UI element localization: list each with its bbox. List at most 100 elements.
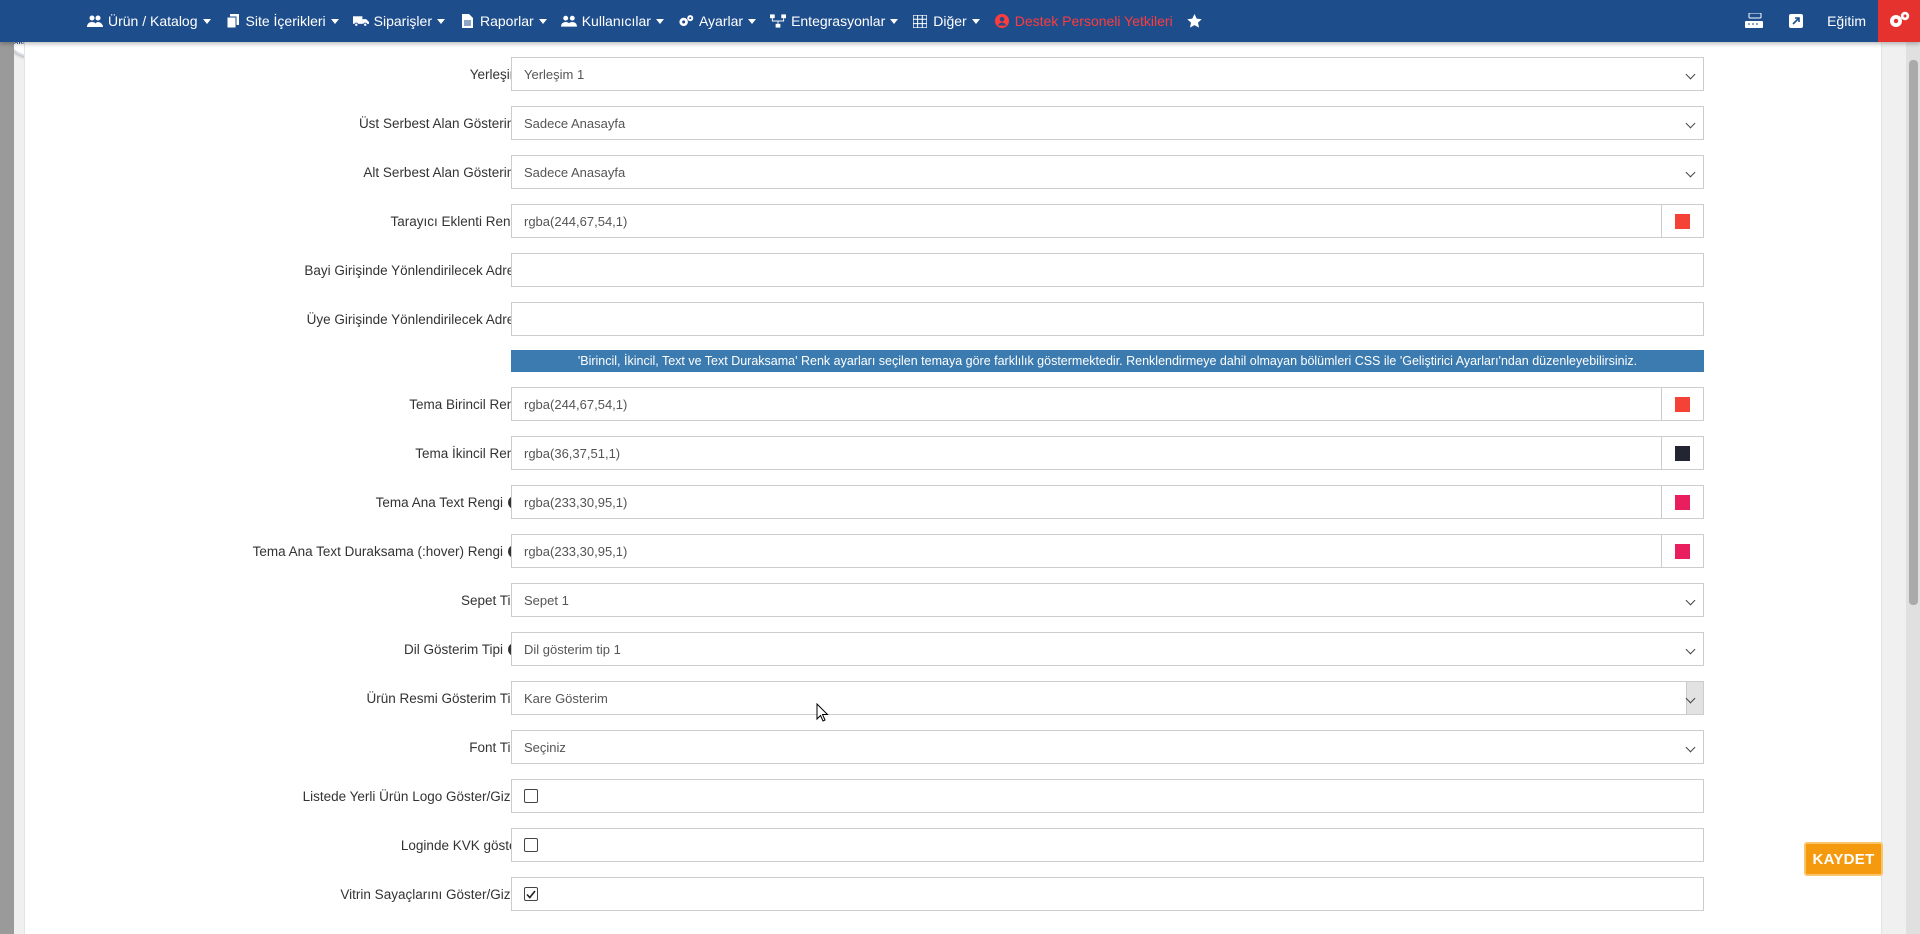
input-uye-adres[interactable]	[511, 302, 1704, 336]
checkbox-kvk[interactable]	[524, 838, 538, 852]
checkbox-yerli-logo[interactable]	[524, 789, 538, 803]
grid-icon	[912, 14, 928, 28]
label-uye-adres: Üye Girişinde Yönlendirilecek Adres	[306, 311, 521, 327]
chevron-down-icon	[1685, 118, 1696, 129]
select-ust-serbest[interactable]: Sadece Anasayfa	[511, 106, 1704, 140]
menu-label: Siparişler	[373, 13, 432, 29]
row-ikincil-renk: Tema İkincil Renk rgba(36,37,51,1)	[25, 436, 1883, 470]
row-text-renk: Tema Ana Text Rengi ? rgba(233,30,95,1)	[25, 485, 1883, 519]
menu-label: Raporlar	[480, 13, 534, 29]
label-ikincil-renk: Tema İkincil Renk	[415, 445, 521, 461]
settings-form: Yerleşim Yerleşim 1 Üst Serbest Alan Gös…	[24, 42, 1882, 934]
checkbox-container	[511, 828, 1704, 862]
gears-icon	[1888, 11, 1910, 32]
color-input-tarayici[interactable]: rgba(244,67,54,1)	[511, 204, 1704, 238]
menu-site-icerikleri[interactable]: Site İçerikleri	[218, 0, 346, 42]
select-yerlesim[interactable]: Yerleşim 1	[511, 57, 1704, 91]
menu-ayarlar[interactable]: Ayarlar	[671, 0, 763, 42]
color-swatch	[1675, 396, 1690, 412]
row-hover-renk: Tema Ana Text Duraksama (:hover) Rengi ?…	[25, 534, 1883, 568]
checkbox-container	[511, 877, 1704, 911]
chevron-down-icon	[1685, 167, 1696, 178]
select-alt-serbest[interactable]: Sadece Anasayfa	[511, 155, 1704, 189]
external-link-icon[interactable]	[1777, 0, 1815, 42]
select-value: Seçiniz	[524, 739, 566, 755]
caret-down-icon	[655, 18, 664, 24]
chevron-down-icon	[1685, 644, 1696, 655]
menu-label: Ürün / Katalog	[108, 13, 198, 29]
menu-raporlar[interactable]: Raporlar	[452, 0, 554, 42]
left-edge	[0, 42, 14, 934]
caret-down-icon	[971, 18, 980, 24]
color-picker-button[interactable]	[1661, 205, 1703, 237]
label-alt-serbest: Alt Serbest Alan Gösterimi	[363, 164, 521, 180]
chevron-down-icon	[1685, 69, 1696, 80]
label-text-renk: Tema Ana Text Rengi ?	[376, 485, 521, 519]
menu-label: Destek Personeli Yetkileri	[1014, 13, 1173, 29]
row-uye-adres: Üye Girişinde Yönlendirilecek Adres	[25, 302, 1883, 336]
select-value: Sadece Anasayfa	[524, 164, 626, 180]
menu-diger[interactable]: Diğer	[905, 0, 986, 42]
label-text: Tema Ana Text Duraksama (:hover) Rengi	[252, 543, 503, 559]
caret-down-icon	[538, 18, 547, 24]
favorites-button[interactable]	[1180, 0, 1215, 42]
education-link[interactable]: Eğitim	[1815, 0, 1878, 42]
save-button[interactable]: KAYDET	[1804, 842, 1883, 876]
select-value: Yerleşim 1	[524, 66, 585, 82]
color-swatch	[1675, 494, 1690, 510]
row-kvk: Loginde KVK göster	[25, 828, 1883, 862]
select-urun-resmi[interactable]: Kare Gösterim	[511, 681, 1704, 715]
select-font-tipi[interactable]: Seçiniz	[511, 730, 1704, 764]
color-picker-button[interactable]	[1661, 388, 1703, 420]
color-picker-button[interactable]	[1661, 535, 1703, 567]
label-birincil-renk: Tema Birincil Renk	[409, 396, 521, 412]
label-yerli-logo: Listede Yerli Ürün Logo Göster/Gizle	[302, 788, 521, 804]
keyboard-icon[interactable]	[1733, 0, 1777, 42]
select-value: Dil gösterim tip 1	[524, 641, 621, 657]
select-sepet-tipi[interactable]: Sepet 1	[511, 583, 1704, 617]
label-text: Dil Gösterim Tipi	[403, 641, 503, 657]
color-input-ikincil[interactable]: rgba(36,37,51,1)	[511, 436, 1704, 470]
color-swatch	[1675, 213, 1690, 229]
scrollbar-thumb[interactable]	[1909, 60, 1918, 605]
color-input-hover[interactable]: rgba(233,30,95,1)	[511, 534, 1704, 568]
color-value: rgba(244,67,54,1)	[524, 213, 628, 229]
users-icon	[87, 14, 103, 28]
chevron-down-icon	[1685, 742, 1696, 753]
menu-destek-personeli[interactable]: Destek Personeli Yetkileri	[987, 0, 1180, 42]
truck-icon	[352, 14, 369, 28]
caret-down-icon	[437, 18, 445, 24]
row-yerli-logo: Listede Yerli Ürün Logo Göster/Gizle	[25, 779, 1883, 813]
select-dil-tipi[interactable]: Dil gösterim tip 1	[511, 632, 1704, 666]
settings-button[interactable]	[1878, 0, 1920, 42]
label-urun-resmi: Ürün Resmi Gösterim Tipi	[366, 690, 521, 706]
user-group-icon	[560, 14, 577, 28]
file-icon	[459, 14, 475, 28]
menu-urun-katalog[interactable]: Ürün / Katalog	[80, 0, 218, 42]
row-tarayici-renk: Tarayıcı Eklenti Rengi rgba(244,67,54,1)	[25, 204, 1883, 238]
chevron-down-icon	[1685, 595, 1696, 606]
color-input-birincil[interactable]: rgba(244,67,54,1)	[511, 387, 1704, 421]
user-circle-icon	[994, 14, 1010, 28]
menu-entegrasyonlar[interactable]: Entegrasyonlar	[763, 0, 905, 42]
star-icon	[1187, 14, 1203, 28]
color-value: rgba(36,37,51,1)	[524, 445, 621, 461]
caret-down-icon	[748, 18, 757, 24]
mouse-cursor-icon	[816, 703, 829, 722]
checkbox-vitrin[interactable]	[524, 887, 538, 901]
label-dil-tipi: Dil Gösterim Tipi ?	[404, 632, 521, 666]
row-bayi-adres: Bayi Girişinde Yönlendirilecek Adres	[25, 253, 1883, 287]
caret-down-icon	[890, 18, 899, 24]
color-input-text[interactable]: rgba(233,30,95,1)	[511, 485, 1704, 519]
select-value: Sepet 1	[524, 592, 569, 608]
menu-siparisler[interactable]: Siparişler	[346, 0, 452, 42]
color-picker-button[interactable]	[1661, 486, 1703, 518]
input-bayi-adres[interactable]	[511, 253, 1704, 287]
row-urun-resmi: Ürün Resmi Gösterim Tipi Kare Gösterim	[25, 681, 1883, 715]
menu-kullanicilar[interactable]: Kullanıcılar	[554, 0, 671, 42]
caret-down-icon	[202, 18, 211, 24]
label-ust-serbest: Üst Serbest Alan Gösterimi	[358, 115, 521, 131]
row-birincil-renk: Tema Birincil Renk rgba(244,67,54,1)	[25, 387, 1883, 421]
color-picker-button[interactable]	[1661, 437, 1703, 469]
label-vitrin: Vitrin Sayaçlarını Göster/Gizle	[340, 886, 521, 902]
